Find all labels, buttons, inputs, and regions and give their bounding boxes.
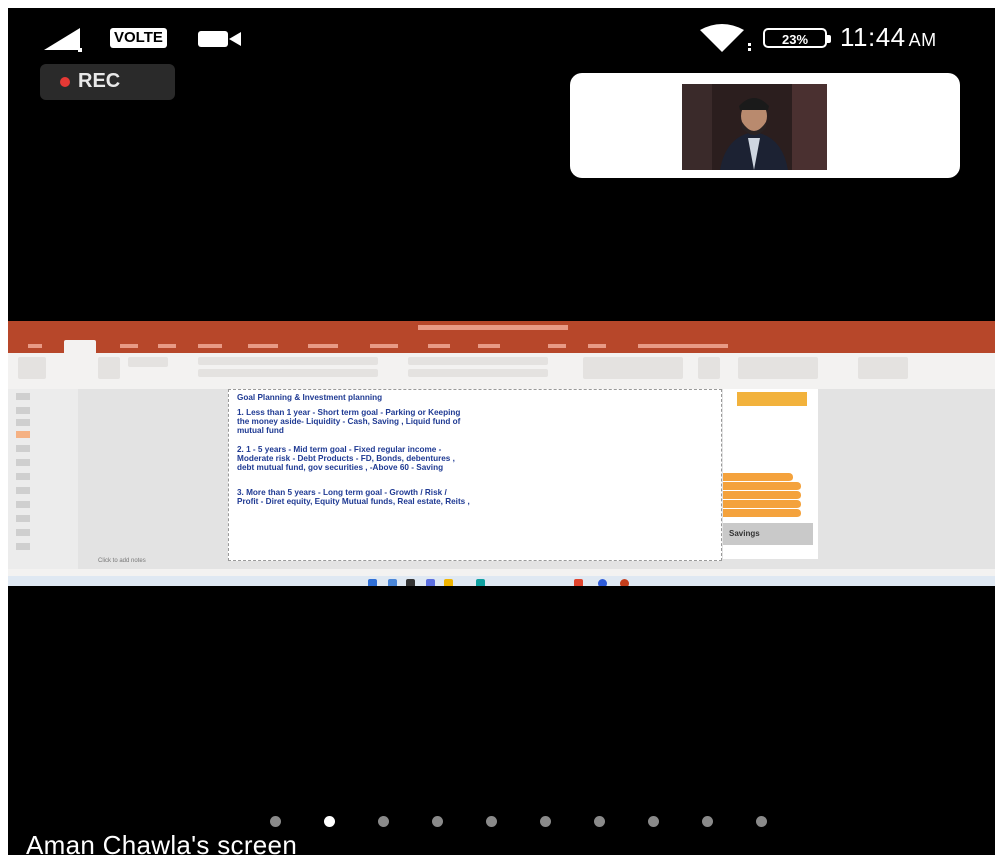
slide-canvas: Goal Planning & Investment planning 1. L… xyxy=(78,389,995,569)
volte-badge: VOLTE xyxy=(110,28,167,48)
chrome-icon xyxy=(574,579,583,586)
status-bar: VOLTE 23% 11:44 AM xyxy=(8,8,995,68)
ppt-ribbon xyxy=(8,353,995,390)
recording-badge: REC xyxy=(40,64,175,100)
ribbon-paste-button xyxy=(18,357,46,379)
ribbon-tab xyxy=(198,344,222,348)
page-dot-active[interactable] xyxy=(324,816,335,827)
slide-thumbnail xyxy=(16,473,30,480)
brand-logo xyxy=(737,392,807,406)
slide-thumbnail xyxy=(16,487,30,494)
page-dot[interactable] xyxy=(756,816,767,827)
notes-placeholder: Click to add notes xyxy=(98,558,146,564)
savings-label: Savings xyxy=(723,523,813,545)
clock-ampm: AM xyxy=(908,30,937,50)
ribbon-tab-active xyxy=(64,340,96,353)
slide-thumbnail xyxy=(16,419,30,426)
ribbon-paragraph-align xyxy=(408,369,548,377)
page-dot[interactable] xyxy=(432,816,443,827)
signal-icon xyxy=(44,28,82,52)
clock-time: 11:44 xyxy=(840,22,906,52)
slide-point-1: 1. Less than 1 year - Short term goal - … xyxy=(237,408,461,435)
ribbon-layout-button xyxy=(128,357,168,367)
ribbon-tab xyxy=(588,344,606,348)
ppt-title-bar xyxy=(8,321,995,339)
coin xyxy=(723,500,801,509)
ribbon-tab xyxy=(28,344,42,348)
app-icon xyxy=(598,579,607,586)
slide-thumbnail xyxy=(16,543,30,550)
slide-thumbnail xyxy=(16,501,30,508)
edge-icon xyxy=(476,579,485,586)
page-dot[interactable] xyxy=(594,816,605,827)
ribbon-shape-styles xyxy=(738,357,818,379)
coin xyxy=(723,482,801,491)
ppt-ribbon-tabs xyxy=(8,339,995,353)
participant-photo xyxy=(682,84,827,170)
video-call-screen: VOLTE 23% 11:44 AM REC Goal Planning & I… xyxy=(8,8,995,855)
slide-thumbnail-selected xyxy=(16,431,30,438)
ribbon-drawing-group xyxy=(583,357,683,379)
ribbon-font-format xyxy=(198,369,378,377)
ribbon-arrange-button xyxy=(698,357,720,379)
ribbon-tab xyxy=(548,344,566,348)
video-camera-icon xyxy=(198,31,241,47)
slide-thumbnail xyxy=(16,393,30,400)
current-slide: Goal Planning & Investment planning 1. L… xyxy=(228,389,722,561)
slide-title: Goal Planning & Investment planning xyxy=(237,393,383,402)
slide-point-3: 3. More than 5 years - Long term goal - … xyxy=(237,488,470,506)
shared-screen[interactable]: Goal Planning & Investment planning 1. L… xyxy=(8,321,995,586)
coin xyxy=(723,491,801,500)
ribbon-font-group xyxy=(198,357,378,365)
ribbon-paragraph-group xyxy=(408,357,548,365)
task-view-icon xyxy=(406,579,415,586)
slide-thumbnail xyxy=(16,459,30,466)
ribbon-tab xyxy=(370,344,398,348)
ribbon-tab xyxy=(158,344,176,348)
ribbon-tab xyxy=(120,344,138,348)
recording-label: REC xyxy=(78,70,121,92)
page-dot[interactable] xyxy=(702,816,713,827)
page-dot[interactable] xyxy=(270,816,281,827)
screen-share-caption: Aman Chawla's screen xyxy=(26,830,298,855)
clock: 11:44 AM xyxy=(840,22,937,53)
slide-thumbnail xyxy=(16,529,30,536)
page-dot[interactable] xyxy=(378,816,389,827)
participant-video-tile[interactable] xyxy=(570,73,960,178)
windows-taskbar xyxy=(8,576,995,586)
start-icon xyxy=(368,579,377,586)
record-dot-icon xyxy=(60,77,70,87)
slide-thumbnail xyxy=(16,445,30,452)
slide-thumbnails-panel xyxy=(8,389,79,569)
file-explorer-icon xyxy=(444,579,453,586)
ribbon-editing-group xyxy=(858,357,908,379)
ribbon-tab xyxy=(428,344,450,348)
battery-indicator: 23% xyxy=(763,28,831,48)
page-dot[interactable] xyxy=(540,816,551,827)
search-icon xyxy=(388,579,397,586)
ppt-status-bar xyxy=(8,569,995,576)
wifi-icon xyxy=(700,24,751,52)
chat-icon xyxy=(426,579,435,586)
slide-thumbnail xyxy=(16,407,30,414)
participant-video xyxy=(682,84,827,170)
page-dot[interactable] xyxy=(486,816,497,827)
page-dot[interactable] xyxy=(648,816,659,827)
slide-thumbnail xyxy=(16,515,30,522)
coin xyxy=(723,509,801,518)
coins-stack-image xyxy=(723,473,801,521)
slide-side-image: Savings xyxy=(723,389,818,559)
ribbon-tab xyxy=(478,344,500,348)
slide-point-2: 2. 1 - 5 years - Mid term goal - Fixed r… xyxy=(237,445,455,472)
ribbon-tab xyxy=(248,344,278,348)
powerpoint-icon xyxy=(620,579,629,586)
coin xyxy=(723,473,793,482)
ribbon-search xyxy=(638,344,728,348)
ribbon-new-slide-button xyxy=(98,357,120,379)
ppt-window-title xyxy=(418,325,568,330)
ribbon-tab xyxy=(308,344,338,348)
